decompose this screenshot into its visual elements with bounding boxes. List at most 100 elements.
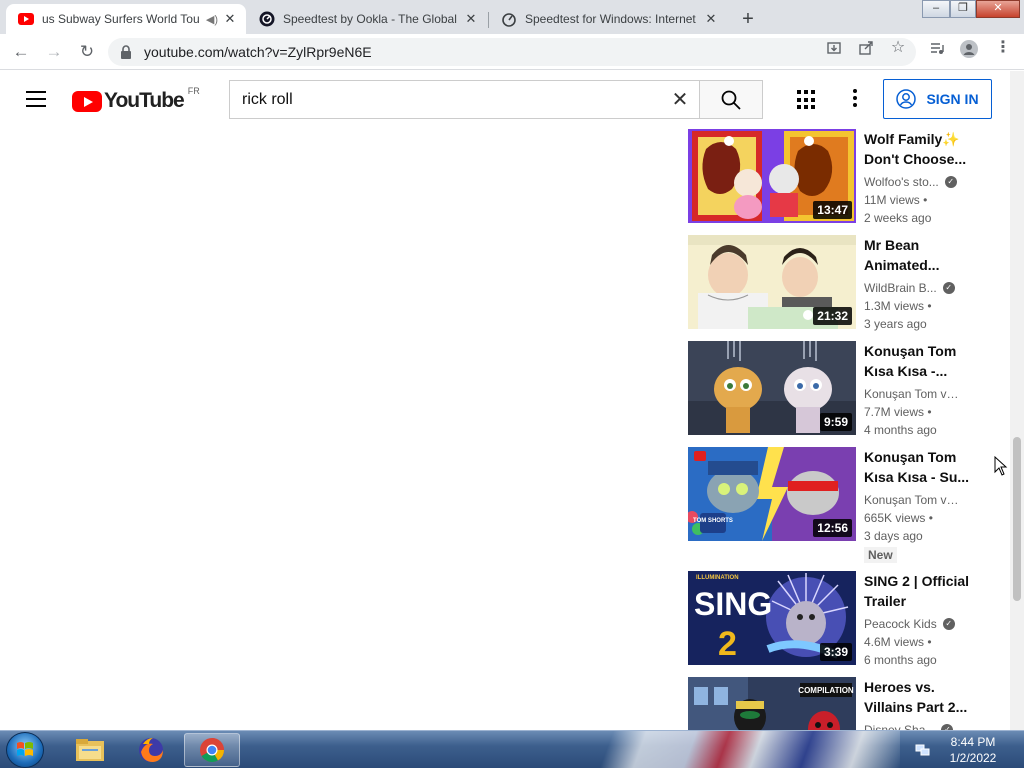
channel-name[interactable]: Konuşan Tom ve ... bbox=[864, 385, 964, 403]
video-thumbnail[interactable]: COMPILATION bbox=[688, 677, 856, 730]
search-input[interactable]: rick roll ✕ bbox=[229, 80, 700, 119]
account-icon bbox=[896, 89, 917, 109]
upload-age: 6 months ago bbox=[864, 653, 937, 667]
forward-arrow-icon[interactable]: → bbox=[42, 40, 66, 64]
tom-shorts-label: TOM SHORTS bbox=[693, 518, 733, 524]
recommended-video[interactable]: TOM SHORTS 12:56 Konuşan Tom Kısa Kısa -… bbox=[688, 447, 998, 565]
tab-close-icon[interactable]: ✕ bbox=[703, 11, 719, 27]
audio-playing-icon[interactable]: ◀) bbox=[206, 13, 218, 26]
video-title[interactable]: Mr Bean Animated... bbox=[864, 235, 974, 275]
video-duration: 12:56 bbox=[813, 519, 852, 537]
settings-more-icon[interactable] bbox=[852, 89, 858, 109]
tab-close-icon[interactable]: ✕ bbox=[222, 11, 238, 27]
windows-logo-icon bbox=[17, 742, 33, 756]
upload-age: 3 years ago bbox=[864, 317, 927, 331]
windows-explorer-icon[interactable] bbox=[62, 733, 118, 767]
clear-search-icon[interactable]: ✕ bbox=[660, 87, 700, 112]
youtube-play-icon bbox=[72, 90, 102, 112]
recommended-video[interactable]: COMPILATION Heroes vs. Villains Part 2..… bbox=[688, 677, 998, 730]
install-app-icon[interactable] bbox=[826, 40, 842, 56]
video-title[interactable]: Konuşan Tom Kısa Kısa -... bbox=[864, 341, 974, 381]
compilation-label: COMPILATION bbox=[798, 686, 854, 695]
search-button[interactable] bbox=[699, 80, 763, 119]
bookmark-star-icon[interactable]: ☆ bbox=[890, 40, 906, 56]
channel-name[interactable]: Disney Sha... bbox=[864, 721, 935, 730]
video-thumbnail[interactable]: 13:47 bbox=[688, 129, 856, 223]
network-icon[interactable] bbox=[915, 742, 931, 758]
browser-toolbar: ← → ↻ youtube.com/watch?v=ZylRpr9eN6E ☆ … bbox=[0, 34, 1024, 70]
hamburger-menu-icon[interactable] bbox=[26, 91, 46, 107]
video-duration: 9:59 bbox=[819, 413, 852, 431]
channel-name[interactable]: Konuşan Tom ve ... bbox=[864, 491, 964, 509]
view-count: 665K views • bbox=[864, 511, 933, 525]
recommended-video[interactable]: 9:59 Konuşan Tom Kısa Kısa -... Konuşan … bbox=[688, 341, 998, 437]
verified-check-icon: ✓ bbox=[942, 618, 955, 630]
reload-icon[interactable]: ↻ bbox=[75, 40, 99, 64]
start-button[interactable] bbox=[6, 732, 44, 768]
watch-page-content: 13:47 Wolf Family✨ Don't Choose... Wolfo… bbox=[0, 127, 1010, 730]
search-query-text: rick roll bbox=[242, 90, 293, 108]
video-title[interactable]: Konuşan Tom Kısa Kısa - Su... bbox=[864, 447, 974, 487]
speedometer-icon bbox=[501, 11, 517, 27]
recommended-video[interactable]: 21:32 Mr Bean Animated... WildBrain B...… bbox=[688, 235, 998, 331]
address-bar[interactable]: youtube.com/watch?v=ZylRpr9eN6E bbox=[108, 38, 916, 66]
url-text: youtube.com/watch?v=ZylRpr9eN6E bbox=[144, 44, 372, 60]
firefox-icon[interactable] bbox=[123, 733, 179, 767]
tab-speedtest-windows[interactable]: Speedtest for Windows: Internet ✕ bbox=[489, 4, 727, 34]
youtube-apps-icon[interactable] bbox=[797, 90, 817, 110]
verified-check-icon: ✓ bbox=[944, 176, 957, 188]
profile-icon[interactable] bbox=[960, 40, 978, 58]
page-scrollbar[interactable] bbox=[1010, 71, 1024, 730]
window-close-button[interactable]: ✕ bbox=[976, 0, 1020, 18]
clock-date: 1/2/2022 bbox=[949, 751, 997, 765]
illumination-label: ILLUMINATION bbox=[696, 575, 739, 581]
chrome-icon[interactable] bbox=[184, 733, 240, 767]
back-arrow-icon[interactable]: ← bbox=[9, 40, 33, 64]
sign-in-label: SIGN IN bbox=[926, 91, 979, 107]
channel-name[interactable]: Peacock Kids bbox=[864, 615, 937, 633]
view-count: 11M views • bbox=[864, 193, 928, 207]
ookla-icon bbox=[259, 11, 275, 27]
video-thumbnail[interactable]: TOM SHORTS 12:56 bbox=[688, 447, 856, 541]
upload-age: 4 months ago bbox=[864, 423, 937, 437]
view-count: 1.3M views • bbox=[864, 299, 932, 313]
taskbar-clock[interactable]: 8:44 PM 1/2/2022 bbox=[930, 734, 1016, 766]
sign-in-button[interactable]: SIGN IN bbox=[883, 79, 992, 119]
video-title[interactable]: SING 2 | Official Trailer bbox=[864, 571, 974, 611]
view-count: 7.7M views • bbox=[864, 405, 932, 419]
region-code: FR bbox=[187, 86, 200, 96]
tab-title: Speedtest by Ookla - The Global bbox=[283, 12, 457, 26]
minimize-button[interactable]: – bbox=[922, 0, 950, 18]
restore-button[interactable]: ❐ bbox=[950, 0, 976, 18]
scrollbar-thumb[interactable] bbox=[1013, 437, 1021, 601]
channel-name[interactable]: WildBrain B... bbox=[864, 279, 937, 297]
browser-tab-strip: us Subway Surfers World Tou ◀) ✕ Speedte… bbox=[0, 0, 1024, 34]
recommended-video[interactable]: 13:47 Wolf Family✨ Don't Choose... Wolfo… bbox=[688, 129, 998, 225]
video-title[interactable]: Wolf Family✨ Don't Choose... bbox=[864, 129, 974, 169]
verified-check-icon: ✓ bbox=[942, 282, 955, 294]
new-tab-button[interactable]: + bbox=[736, 7, 760, 31]
windows-taskbar: 8:44 PM 1/2/2022 bbox=[0, 730, 1024, 768]
video-thumbnail[interactable]: 21:32 bbox=[688, 235, 856, 329]
video-thumbnail[interactable]: 9:59 bbox=[688, 341, 856, 435]
video-thumbnail[interactable]: ILLUMINATION SING 2 3:39 bbox=[688, 571, 856, 665]
tab-speedtest-ookla[interactable]: Speedtest by Ookla - The Global ✕ bbox=[247, 4, 487, 34]
sing-number-text: 2 bbox=[718, 625, 737, 663]
upload-age: 2 weeks ago bbox=[864, 211, 932, 225]
share-icon[interactable] bbox=[858, 40, 874, 56]
youtube-icon bbox=[18, 11, 34, 27]
tab-close-icon[interactable]: ✕ bbox=[463, 11, 479, 27]
tab-title: Speedtest for Windows: Internet bbox=[525, 12, 696, 26]
clock-time: 8:44 PM bbox=[950, 735, 996, 749]
tab-title: us Subway Surfers World Tou bbox=[42, 12, 200, 26]
recommended-video[interactable]: ILLUMINATION SING 2 3:39 SING 2 | Offici… bbox=[688, 571, 998, 667]
video-title[interactable]: Heroes vs. Villains Part 2... bbox=[864, 677, 974, 717]
browser-menu-icon[interactable]: ⋮ bbox=[995, 40, 1011, 56]
channel-name[interactable]: Wolfoo's sto... bbox=[864, 173, 939, 191]
video-duration: 21:32 bbox=[813, 307, 852, 325]
search-icon bbox=[721, 90, 741, 110]
tab-youtube[interactable]: us Subway Surfers World Tou ◀) ✕ bbox=[6, 4, 246, 34]
youtube-logo[interactable]: YouTube FR bbox=[72, 86, 200, 113]
media-control-icon[interactable] bbox=[929, 40, 945, 56]
view-count: 4.6M views • bbox=[864, 635, 932, 649]
